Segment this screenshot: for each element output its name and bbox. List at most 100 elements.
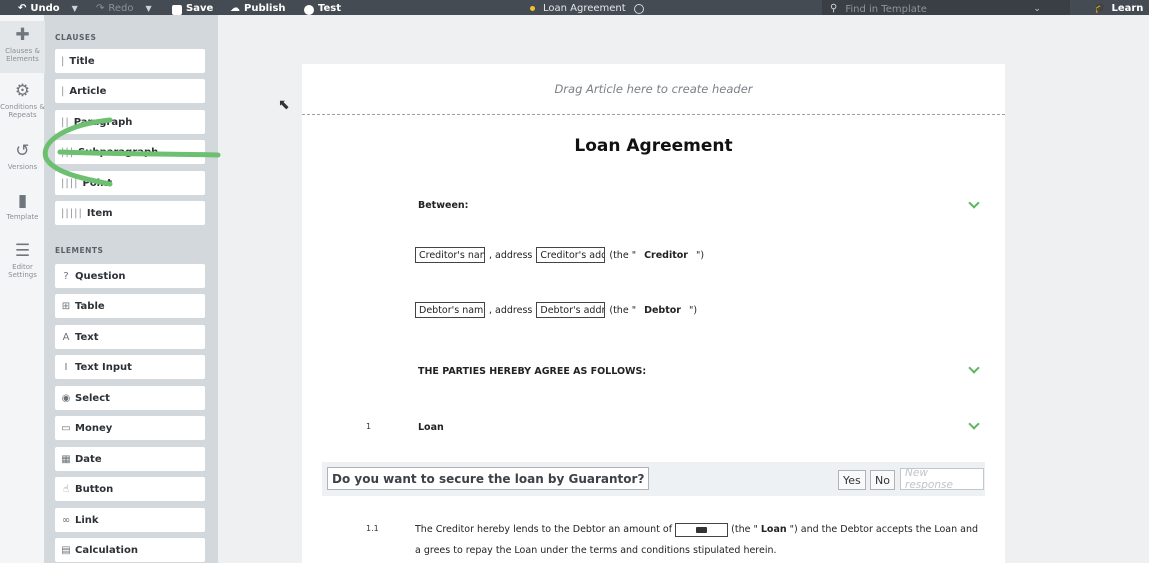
palette-item-label: Point <box>82 177 113 189</box>
palette-paragraph[interactable]: || Paragraph <box>55 110 205 134</box>
palette-table[interactable]: ⊞ Table <box>55 294 205 318</box>
no-option[interactable]: No <box>870 470 895 490</box>
palette-item-label: Article <box>69 85 107 97</box>
document-title: Loan Agreement <box>530 0 644 15</box>
chevron-down-icon[interactable] <box>968 199 980 211</box>
rail-versions[interactable]: ↺ Versions <box>0 141 45 171</box>
rail-template[interactable]: ▮ Template <box>0 191 45 221</box>
palette-item-label: Question <box>75 270 126 282</box>
publish-button[interactable]: ☁ Publish <box>230 0 286 15</box>
chevron-down-icon[interactable] <box>968 420 980 432</box>
clause-1-1-text[interactable]: The Creditor hereby lends to the Debtor … <box>415 519 985 561</box>
palette-money[interactable]: ▭ Money <box>55 416 205 440</box>
article-number: 1 <box>366 422 372 431</box>
between-label[interactable]: Between: <box>418 200 468 211</box>
parties-agree-label[interactable]: THE PARTIES HEREBY AGREE AS FOLLOWS: <box>418 366 646 377</box>
palette-text-input[interactable]: I Text Input <box>55 355 205 379</box>
save-label: Save <box>186 3 214 14</box>
question-block[interactable]: Do you want to secure the loan by Guaran… <box>322 462 985 496</box>
test-button[interactable]: Test <box>304 0 341 15</box>
question-text[interactable]: Do you want to secure the loan by Guaran… <box>327 467 650 490</box>
debtor-address-field[interactable]: Debtor's addr <box>536 302 606 318</box>
palette-date[interactable]: ▦ Date <box>55 447 205 471</box>
redo-button[interactable]: ↷ Redo ▼ <box>96 0 152 15</box>
rail-label: Versions <box>7 163 38 171</box>
the-open-text: (the " <box>609 249 637 261</box>
rail-label: Conditions & Repeats <box>0 103 45 119</box>
palette-item-label: Subparagraph <box>78 146 159 158</box>
redo-dropdown-icon[interactable]: ▼ <box>146 3 152 15</box>
palette-calculation[interactable]: ▤ Calculation <box>55 538 205 562</box>
creditor-address-field[interactable]: Creditor's add <box>536 247 606 263</box>
money-field[interactable] <box>675 522 729 537</box>
publish-icon: ☁ <box>230 3 240 14</box>
address-text: , address <box>489 249 533 261</box>
document-heading[interactable]: Loan Agreement <box>302 136 1005 156</box>
loan-term: Loan <box>760 524 787 535</box>
rail-label: Clauses & Elements <box>5 47 40 63</box>
the-close-text: ") <box>695 249 705 261</box>
sliders-icon: ☰ <box>14 241 31 261</box>
palette-point[interactable]: |||| Point <box>55 171 205 195</box>
level-bars-icon: |||| <box>61 177 79 189</box>
publish-label: Publish <box>244 3 286 14</box>
palette-item-label: Table <box>75 300 105 312</box>
yes-option[interactable]: Yes <box>838 470 866 490</box>
elements-heading: ELEMENTS <box>55 246 104 255</box>
chevron-down-icon[interactable]: ⌄ <box>1033 3 1041 15</box>
palette-text[interactable]: A Text <box>55 325 205 349</box>
undo-label: Undo <box>30 3 60 14</box>
test-icon <box>304 5 314 15</box>
learn-button[interactable]: 🎓 Learn <box>1094 0 1143 15</box>
palette-item-label: Button <box>75 483 114 495</box>
level-bars-icon: | <box>61 85 66 97</box>
debtor-name-field[interactable]: Debtor's nam <box>415 302 485 318</box>
link-icon: ∞ <box>61 514 71 526</box>
palette-item-label: Select <box>75 392 110 404</box>
redo-label: Redo <box>108 3 134 14</box>
component-palette: CLAUSES | Title | Article || Paragraph |… <box>45 15 218 563</box>
the-open-text: (the " <box>609 304 637 316</box>
left-rail: ✚ Clauses & Elements ⚙ Conditions & Repe… <box>0 15 45 563</box>
search-icon: ⚲ <box>830 3 838 14</box>
creditor-name-field[interactable]: Creditor's nan <box>415 247 485 263</box>
palette-item-label: Text Input <box>75 361 132 373</box>
header-placeholder-text: Drag Article here to create header <box>554 82 753 96</box>
text-cursor-icon: I <box>64 361 68 373</box>
article-title[interactable]: Loan <box>418 422 444 433</box>
palette-item-label: Calculation <box>75 544 138 556</box>
rail-conditions-repeats[interactable]: ⚙ Conditions & Repeats <box>0 81 45 119</box>
clause-number: 1.1 <box>366 524 379 533</box>
palette-title[interactable]: | Title <box>55 49 205 73</box>
palette-subparagraph[interactable]: ||| Subparagraph <box>55 140 205 164</box>
undo-dropdown-icon[interactable]: ▼ <box>72 3 78 15</box>
palette-select[interactable]: ◉ Select <box>55 386 205 410</box>
clauses-heading: CLAUSES <box>55 33 97 42</box>
undo-button[interactable]: ↶ Undo ▼ <box>18 0 78 15</box>
check-circle-icon[interactable] <box>633 4 644 14</box>
document-page[interactable]: Drag Article here to create header Loan … <box>302 64 1005 563</box>
palette-link[interactable]: ∞ Link <box>55 508 205 532</box>
save-button[interactable]: Save <box>172 0 213 15</box>
puzzle-icon: ✚ <box>15 25 30 45</box>
top-toolbar: ↶ Undo ▼ ↷ Redo ▼ Save ☁ Publish Test Lo… <box>0 0 1149 15</box>
rail-editor-settings[interactable]: ☰ Editor Settings <box>0 241 45 279</box>
palette-item-label: Date <box>75 453 102 465</box>
clause-text: (the " <box>731 524 758 535</box>
palette-item[interactable]: ||||| Item <box>55 201 205 225</box>
pointer-icon: ☝ <box>62 483 70 495</box>
palette-question[interactable]: ? Question <box>55 264 205 288</box>
rail-clauses-elements[interactable]: ✚ Clauses & Elements <box>0 21 45 73</box>
new-response-input[interactable]: New response <box>900 467 984 491</box>
level-bars-icon: || <box>61 116 70 128</box>
calculator-icon: ▤ <box>61 544 71 556</box>
find-in-template[interactable]: ⚲ ⌄ <box>822 0 1070 15</box>
header-drop-zone[interactable]: Drag Article here to create header <box>302 64 1005 115</box>
learn-icon: 🎓 <box>1094 3 1107 14</box>
palette-article[interactable]: | Article <box>55 79 205 103</box>
find-input[interactable] <box>845 4 1026 15</box>
chevron-down-icon[interactable] <box>968 364 980 376</box>
palette-button[interactable]: ☝ Button <box>55 477 205 501</box>
file-icon: ▮ <box>17 191 28 211</box>
money-icon: ▭ <box>61 422 71 434</box>
